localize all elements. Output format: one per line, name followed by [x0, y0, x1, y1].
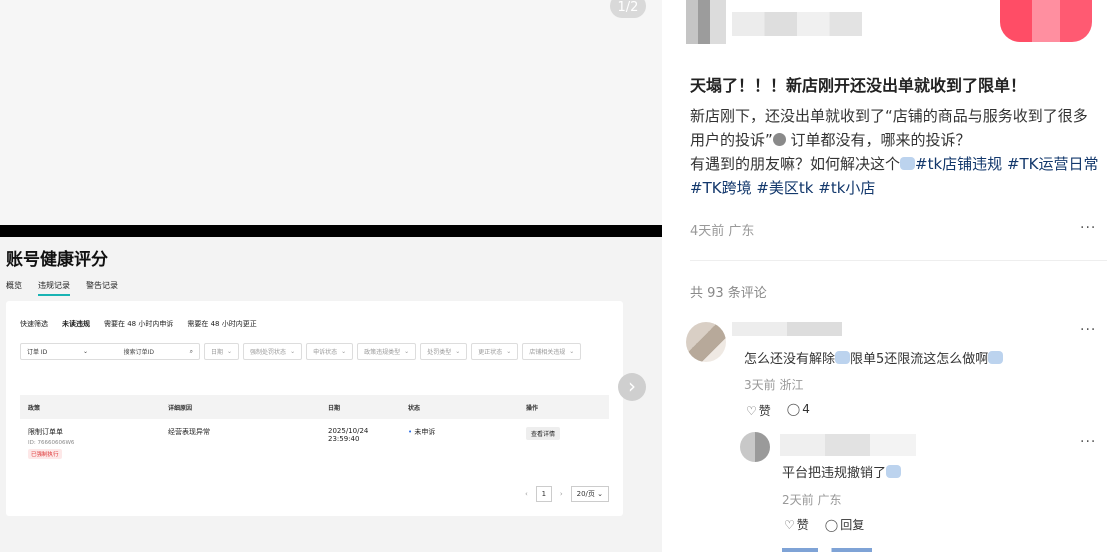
note-title: 天塌了！！！新店刚开还没出单就收到了限单！ — [690, 76, 1027, 95]
violations-table: 政策 详细原因 日期 状态 操作 限制订单单 ID: 76660606W6 已强… — [20, 395, 609, 467]
comment-count: 共 93 条评论 — [690, 286, 767, 301]
hashtag-link[interactable]: #tk小店 — [818, 179, 875, 197]
filter-bar: 订单 ID ⌄ 搜索订单ID ⌕ 日期 ⌄ 强制处罚状态 ⌄ 申诉状态 ⌄ 政策违规类… — [20, 343, 620, 360]
filter-dropdown: 更正状态 ⌄ — [471, 343, 519, 360]
author-name[interactable] — [732, 12, 862, 36]
filter-dropdown: 日期 ⌄ — [204, 343, 240, 360]
follow-button[interactable] — [1000, 0, 1092, 42]
quick-filter: 未读违规 — [62, 320, 90, 328]
author-avatar[interactable] — [686, 0, 726, 44]
cell-time: 23:59:40 — [328, 435, 360, 443]
emoji-icon — [886, 465, 902, 478]
column-header: 详细原因 — [168, 404, 193, 412]
next-image-button[interactable]: › — [618, 373, 646, 401]
column-header: 政策 — [28, 404, 41, 412]
filter-dropdown: 店铺相关违规 ⌄ — [522, 343, 582, 360]
more-icon[interactable]: ··· — [1080, 322, 1096, 338]
next-comment-peek — [782, 548, 872, 552]
note-text: 有遇到的朋友嘛？如何解决这个 — [690, 155, 901, 173]
page-size: 20/页 ⌄ — [570, 486, 609, 502]
commenter-name[interactable] — [780, 434, 916, 456]
more-icon[interactable]: ··· — [1080, 434, 1096, 450]
search-type: 订单 ID — [27, 349, 48, 356]
search-filter: 订单 ID ⌄ 搜索订单ID ⌕ — [20, 343, 200, 360]
media-viewer: 1/2 账号健康评分 概览 违规记录 警告记录 快速筛选 未读违规 需要在 48… — [0, 0, 662, 552]
emoji-icon — [900, 157, 916, 170]
slide-tab: 警告记录 — [86, 281, 118, 290]
quick-filter: 需要在 48 小时内申诉 — [104, 320, 174, 328]
column-header: 日期 — [328, 404, 341, 412]
filter-dropdown: 强制处罚状态 ⌄ — [243, 343, 303, 360]
column-header: 状态 — [408, 404, 421, 412]
slide-tabs: 概览 违规记录 警告记录 — [6, 280, 118, 296]
violations-card: 快速筛选 未读违规 需要在 48 小时内申诉 需要在 48 小时内更正 订单 I… — [6, 301, 623, 516]
quick-filters: 快速筛选 未读违规 需要在 48 小时内申诉 需要在 48 小时内更正 — [20, 319, 257, 329]
search-placeholder: 搜索订单ID — [123, 349, 154, 356]
slide-tab-active: 违规记录 — [38, 280, 70, 296]
commenter-name[interactable] — [732, 322, 842, 336]
cell-date: 2025/10/24 — [328, 427, 369, 435]
view-details: 查看详情 — [526, 427, 561, 440]
status-badge: 已强制执行 — [28, 449, 62, 459]
note-text: 订单都没有，哪来的投诉？ — [785, 131, 971, 149]
divider — [690, 260, 1107, 261]
cell-id: ID: 76660606W6 — [28, 440, 75, 446]
filter-dropdown: 处罚类型 ⌄ — [420, 343, 468, 360]
prev-page-icon: ‹ — [525, 490, 528, 498]
avatar[interactable] — [740, 432, 770, 462]
hashtag-link[interactable]: #tk店铺违规 — [915, 155, 1002, 173]
page-indicator: 1/2 — [610, 0, 646, 18]
pagination: ‹ 1 › 20/页 ⌄ — [525, 486, 609, 502]
quick-filter-label: 快速筛选 — [20, 320, 48, 328]
comment-icon: ◯ — [824, 518, 839, 532]
note-date-location: 4天前 广东 — [690, 224, 755, 239]
avatar[interactable] — [686, 322, 726, 362]
screenshot-image: 账号健康评分 概览 违规记录 警告记录 快速筛选 未读违规 需要在 48 小时内… — [0, 237, 662, 552]
table-row: 限制订单单 ID: 76660606W6 已强制执行 经营表现异常 2025/1… — [20, 419, 609, 467]
page-number: 1 — [535, 486, 552, 502]
heart-icon: ♡ — [784, 518, 795, 532]
slide-tab: 概览 — [6, 281, 22, 290]
comment-meta: 3天前 浙江 — [744, 378, 804, 392]
note-body: 新店刚下，还没出单就收到了“店铺的商品与服务收到了很多用户的投诉” 订单都没有，… — [690, 104, 1100, 200]
emoji-icon — [988, 351, 1004, 364]
cell-status: 未申诉 — [414, 428, 436, 436]
hashtag-link[interactable]: #美区tk — [756, 179, 813, 197]
comment-actions: ♡ 赞 ◯ 回复 — [784, 516, 864, 533]
search-icon: ⌕ — [189, 347, 193, 355]
comment-icon: ◯ — [786, 402, 801, 416]
table-header: 政策 详细原因 日期 状态 操作 — [20, 395, 609, 419]
comment-actions: ♡ 赞 ◯ 4 — [746, 402, 810, 419]
filter-dropdown: 申诉状态 ⌄ — [306, 343, 354, 360]
cell-policy: 限制订单单 — [28, 428, 63, 436]
comment-text: 怎么还没有解除 限单5还限流这怎么做啊 — [744, 348, 1004, 367]
emoji-icon — [772, 133, 786, 146]
comment-text: 平台把违规撤销了 — [782, 462, 902, 481]
slide-page-title: 账号健康评分 — [6, 250, 108, 270]
chevron-down-icon: ⌄ — [82, 348, 88, 355]
hashtag-link[interactable]: #TK跨境 — [690, 179, 752, 197]
filter-dropdown: 政策违规类型 ⌄ — [357, 343, 417, 360]
cell-reason: 经营表现异常 — [168, 428, 210, 436]
comment-meta: 2天前 广东 — [782, 493, 842, 507]
media-blank-area — [0, 0, 662, 225]
quick-filter: 需要在 48 小时内更正 — [187, 320, 257, 328]
image-top-border — [0, 225, 662, 237]
like-button[interactable]: ♡ 赞 — [746, 402, 771, 419]
reply-button[interactable]: ◯ 4 — [787, 402, 810, 419]
column-header: 操作 — [526, 404, 539, 412]
next-page-icon: › — [559, 490, 563, 498]
emoji-icon — [835, 351, 851, 364]
more-icon[interactable]: ··· — [1080, 220, 1096, 236]
reply-button[interactable]: ◯ 回复 — [825, 516, 864, 533]
note-panel: 天塌了！！！新店刚开还没出单就收到了限单！ 新店刚下，还没出单就收到了“店铺的商… — [662, 0, 1107, 552]
heart-icon: ♡ — [746, 404, 757, 418]
like-button[interactable]: ♡ 赞 — [784, 516, 809, 533]
hashtag-link[interactable]: #TK运营日常 — [1007, 155, 1099, 173]
